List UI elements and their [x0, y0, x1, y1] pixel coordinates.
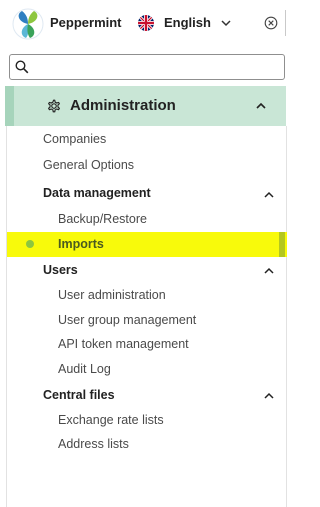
navigation-panel: Administration Companies General Options… — [5, 86, 290, 507]
chevron-up-icon[interactable] — [263, 390, 275, 402]
close-circle-icon[interactable] — [264, 16, 278, 30]
administration-section-header[interactable]: Administration — [5, 86, 286, 126]
nav-item-companies[interactable]: Companies — [43, 132, 106, 146]
top-bar: Peppermint English — [0, 0, 290, 48]
chevron-up-icon[interactable] — [263, 265, 275, 277]
group-users[interactable]: Users — [43, 263, 78, 277]
panel-border-left — [6, 126, 7, 507]
nav-item-api-token-management[interactable]: API token management — [58, 337, 189, 351]
uk-flag-icon[interactable] — [138, 15, 154, 31]
nav-item-backup-restore[interactable]: Backup/Restore — [58, 212, 147, 226]
nav-item-user-group-management[interactable]: User group management — [58, 313, 196, 327]
nav-item-imports-label: Imports — [58, 237, 104, 251]
active-indicator — [279, 232, 285, 257]
nav-item-general-options[interactable]: General Options — [43, 158, 134, 172]
nav-item-exchange-rate-lists[interactable]: Exchange rate lists — [58, 413, 164, 427]
nav-item-audit-log[interactable]: Audit Log — [58, 362, 111, 376]
gear-icon — [48, 99, 60, 113]
search-icon — [15, 60, 29, 74]
section-accent-bar — [5, 86, 14, 126]
app-name: Peppermint — [50, 15, 122, 30]
chevron-down-icon[interactable] — [220, 17, 232, 29]
chevron-up-icon[interactable] — [255, 100, 267, 112]
search-input[interactable] — [34, 58, 278, 78]
nav-item-address-lists[interactable]: Address lists — [58, 437, 129, 451]
section-title: Administration — [70, 97, 176, 114]
panel-border-right — [286, 126, 287, 507]
language-selector[interactable]: English — [164, 15, 211, 30]
nav-item-user-administration[interactable]: User administration — [58, 288, 166, 302]
group-data-management[interactable]: Data management — [43, 186, 151, 200]
active-dot — [26, 240, 34, 248]
group-central-files[interactable]: Central files — [43, 388, 115, 402]
chevron-up-icon[interactable] — [263, 189, 275, 201]
peppermint-logo-icon — [12, 8, 44, 40]
nav-item-imports-active[interactable]: Imports — [7, 232, 287, 257]
divider — [285, 10, 286, 36]
search-box[interactable] — [9, 54, 285, 80]
